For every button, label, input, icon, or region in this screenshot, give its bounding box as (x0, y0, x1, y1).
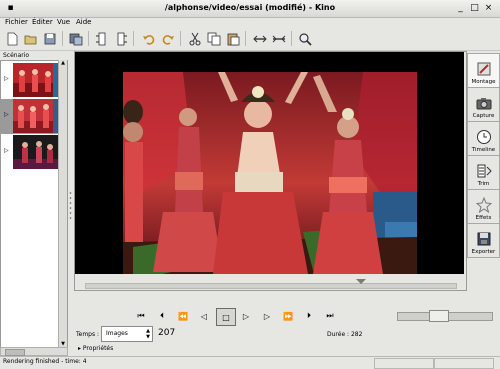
cut-scene-icon[interactable] (93, 30, 110, 47)
status-segment (374, 358, 434, 369)
menu-aide[interactable]: Aide (76, 18, 91, 26)
save-frame-icon[interactable] (67, 30, 84, 47)
mode-label: Effets (475, 215, 492, 221)
mode-capture-button[interactable]: Capture (467, 87, 500, 122)
minimize-icon[interactable]: _ (454, 2, 467, 14)
end-icon[interactable]: ⏭ (321, 308, 339, 324)
properties-label: Propriétés (82, 345, 114, 352)
scene-thumbnail (13, 63, 59, 97)
copy-icon[interactable] (205, 30, 222, 47)
menu-fichier[interactable]: Fichier (5, 18, 28, 26)
montage-icon (477, 62, 490, 76)
mode-label: Capture (472, 113, 495, 119)
scene-item-selected[interactable]: ▷ (1, 99, 61, 134)
current-frame-number: 207 (158, 328, 176, 338)
expand-arrow-icon[interactable]: ▷ (4, 111, 9, 118)
expand-arrow-icon[interactable]: ▷ (4, 147, 9, 154)
scene-thumbnail (13, 135, 59, 169)
mode-label: Timeline (471, 147, 496, 153)
cut-icon[interactable] (186, 30, 203, 47)
clock-icon (476, 130, 491, 144)
kino-window: ▪ /alphonse/video/essai (modifié) - Kino… (0, 0, 500, 369)
menu-editer[interactable]: Éditer (32, 18, 53, 26)
spin-arrows-icon[interactable]: ▲ ▼ (146, 328, 150, 340)
camera-icon (476, 98, 491, 110)
mode-sidebar: Montage Capture Timeline Trim Effets Exp… (465, 51, 500, 261)
mode-timeline-button[interactable]: Timeline (467, 121, 500, 156)
save-icon[interactable] (41, 30, 58, 47)
time-units-value: Images (106, 330, 128, 337)
mode-export-button[interactable]: Exporter (467, 223, 500, 258)
open-icon[interactable] (22, 30, 39, 47)
redo-icon[interactable] (159, 30, 176, 47)
export-disk-icon (477, 232, 490, 246)
pane-splitter-grip[interactable] (69, 190, 72, 220)
insert-scene-icon[interactable] (112, 30, 129, 47)
title-bar: ▪ /alphonse/video/essai (modifié) - Kino… (0, 0, 500, 18)
new-icon[interactable] (3, 30, 20, 47)
video-frame (123, 72, 417, 274)
video-display (75, 52, 464, 274)
time-units-select[interactable]: Images ▲ ▼ (101, 326, 153, 342)
storyboard-label: Scénario (3, 52, 30, 59)
close-icon[interactable]: × (482, 2, 495, 14)
fast-forward-icon[interactable]: ⏩ (279, 308, 297, 324)
undo-icon[interactable] (140, 30, 157, 47)
scene-thumbnail (13, 99, 59, 133)
duration-label: Durée : 282 (327, 331, 363, 338)
mode-label: Trim (477, 181, 490, 187)
mode-trim-button[interactable]: Trim (467, 155, 500, 190)
join-icon[interactable] (270, 30, 287, 47)
forward-frame-icon[interactable]: ▷ (258, 308, 276, 324)
scene-item[interactable]: ▷ (1, 135, 61, 170)
split-icon[interactable] (251, 30, 268, 47)
stop-icon[interactable]: □ (216, 308, 236, 326)
expand-arrow-icon[interactable]: ▷ (4, 75, 9, 82)
mode-label: Montage (471, 79, 496, 85)
scrubber-position-marker[interactable] (356, 279, 366, 284)
back-frame-icon[interactable]: ◁ (195, 308, 213, 324)
status-bar: Rendering finished - time: 4 (0, 356, 500, 369)
rewind-icon[interactable]: ⏪ (174, 308, 192, 324)
menu-vue[interactable]: Vue (57, 18, 70, 26)
status-text: Rendering finished - time: 4 (3, 358, 87, 365)
time-label: Temps : (76, 331, 100, 338)
storyboard-vertical-scrollbar[interactable]: ▲ ▼ (58, 60, 67, 348)
window-title: /alphonse/video/essai (modifié) - Kino (164, 3, 336, 12)
menu-bar: Fichier Éditer Vue Aide (0, 17, 500, 28)
scene-scrubber[interactable] (85, 283, 457, 289)
mode-montage-button[interactable]: Montage (467, 53, 500, 88)
scene-item[interactable]: ▷ (1, 63, 61, 98)
scroll-thumb[interactable] (5, 349, 25, 356)
mode-effects-button[interactable]: Effets (467, 189, 500, 224)
prev-scene-icon[interactable]: ⏴ (153, 308, 171, 324)
properties-expander[interactable]: ▸ Propriétés (78, 345, 113, 352)
next-scene-icon[interactable]: ⏵ (300, 308, 318, 324)
mode-label: Exporter (471, 249, 496, 255)
zoom-icon[interactable] (296, 30, 313, 47)
play-icon[interactable]: ▷ (237, 308, 255, 324)
maximize-icon[interactable]: □ (468, 2, 481, 14)
shuttle-slider-knob[interactable] (428, 310, 449, 322)
effects-star-icon (475, 197, 492, 213)
scroll-up-icon[interactable]: ▲ (59, 60, 67, 67)
trim-icon (477, 164, 492, 178)
storyboard-horizontal-scrollbar[interactable] (0, 347, 68, 356)
status-segment (434, 358, 494, 369)
toolbar (0, 28, 500, 51)
paste-icon[interactable] (224, 30, 241, 47)
start-icon[interactable]: ⏮ (132, 308, 150, 324)
